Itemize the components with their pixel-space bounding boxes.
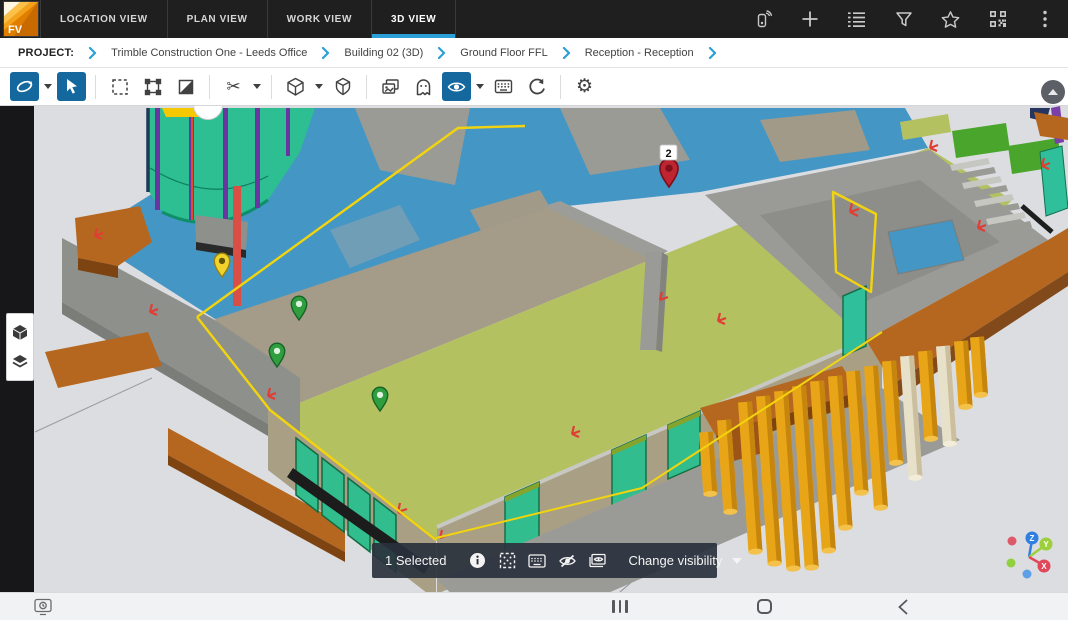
home-icon[interactable] xyxy=(757,599,772,614)
view-tools-flyout xyxy=(6,313,34,381)
selection-toolbar: 1 Selected xyxy=(372,543,717,578)
eye-icon[interactable] xyxy=(442,72,471,101)
polygon-select-icon[interactable] xyxy=(138,72,167,101)
toolbar-divider xyxy=(209,75,210,99)
svg-text:2: 2 xyxy=(665,148,671,160)
breadcrumb-item-room[interactable]: Reception - Reception xyxy=(585,47,694,59)
filter-icon[interactable] xyxy=(894,10,913,29)
orbit-cube-icon[interactable] xyxy=(9,321,31,343)
tab-location-view[interactable]: LOCATION VIEW xyxy=(40,0,168,38)
marquee-select-icon[interactable] xyxy=(105,72,134,101)
refresh-icon[interactable] xyxy=(522,72,551,101)
top-actions xyxy=(753,0,1068,38)
building-model: 2 Z Y X xyxy=(35,106,1068,592)
model-scene[interactable]: 2 Z Y X xyxy=(0,106,1068,592)
axis-dot-negative-z xyxy=(1023,570,1032,579)
keypad-icon[interactable] xyxy=(522,546,552,576)
svg-text:Y: Y xyxy=(1043,540,1049,549)
axis-dot-negative-x xyxy=(1008,537,1017,546)
breadcrumb-project-label: PROJECT: xyxy=(18,47,74,59)
cube-icon[interactable] xyxy=(281,72,310,101)
add-icon[interactable] xyxy=(800,10,819,29)
breadcrumb: PROJECT: Trimble Construction One - Leed… xyxy=(0,38,1068,68)
list-icon[interactable] xyxy=(847,10,866,29)
visibility-images-icon[interactable] xyxy=(582,546,612,576)
tab-label: WORK VIEW xyxy=(287,14,352,25)
select-cursor-icon[interactable] xyxy=(57,72,86,101)
chevron-down-icon xyxy=(732,558,742,564)
view-tabs: LOCATION VIEW PLAN VIEW WORK VIEW 3D VIE… xyxy=(40,0,456,38)
ghost-icon[interactable] xyxy=(409,72,438,101)
svg-text:Z: Z xyxy=(1030,534,1035,543)
system-nav-bar xyxy=(0,592,1068,620)
svg-text:X: X xyxy=(1041,562,1047,571)
eye-dropdown-caret[interactable] xyxy=(473,72,487,101)
breadcrumb-item-floor[interactable]: Ground Floor FFL xyxy=(460,47,547,59)
breadcrumb-item-project[interactable]: Trimble Construction One - Leeds Office xyxy=(111,47,307,59)
scissors-icon[interactable]: ✂ xyxy=(219,72,248,101)
change-visibility-label: Change visibility xyxy=(628,553,722,568)
keypad-icon[interactable] xyxy=(489,72,518,101)
fv-logo-icon: FV xyxy=(0,0,40,38)
orbit-icon[interactable] xyxy=(10,72,39,101)
app-screen: FV LOCATION VIEW PLAN VIEW WORK VIEW 3D … xyxy=(0,0,1068,620)
viewer-toolbar: ✂ xyxy=(0,68,1068,106)
toolbar-divider xyxy=(366,75,367,99)
qr-code-icon[interactable] xyxy=(988,10,1007,29)
scanner-icon[interactable] xyxy=(753,10,772,29)
chevron-right-icon xyxy=(708,47,717,59)
hide-icon[interactable] xyxy=(552,546,582,576)
cube-dropdown-caret[interactable] xyxy=(312,72,326,101)
chevron-right-icon xyxy=(437,47,446,59)
axis-dot-negative-y xyxy=(1007,559,1016,568)
settings-gear-icon[interactable]: ⚙ xyxy=(570,72,599,101)
scissors-dropdown-caret[interactable] xyxy=(250,72,264,101)
selection-count: 1 Selected xyxy=(385,553,446,568)
tab-work-view[interactable]: WORK VIEW xyxy=(268,0,372,38)
chevron-right-icon xyxy=(88,47,97,59)
more-icon[interactable] xyxy=(1035,10,1054,29)
info-icon[interactable] xyxy=(462,546,492,576)
tab-plan-view[interactable]: PLAN VIEW xyxy=(168,0,268,38)
favorite-icon[interactable] xyxy=(941,10,960,29)
svg-text:FV: FV xyxy=(8,24,23,36)
orbit-dropdown-caret[interactable] xyxy=(41,72,55,101)
isolate-icon[interactable] xyxy=(492,546,522,576)
tab-3d-view[interactable]: 3D VIEW xyxy=(372,0,456,38)
pinned-app-icon[interactable] xyxy=(32,597,54,617)
breadcrumb-item-building[interactable]: Building 02 (3D) xyxy=(344,47,423,59)
chevron-right-icon xyxy=(321,47,330,59)
app-logo[interactable]: FV xyxy=(0,0,40,38)
tab-label: 3D VIEW xyxy=(391,14,436,25)
chevron-right-icon xyxy=(562,47,571,59)
toolbar-divider xyxy=(560,75,561,99)
photo-stack-icon[interactable] xyxy=(376,72,405,101)
clip-plane-icon[interactable] xyxy=(171,72,200,101)
recents-icon[interactable] xyxy=(612,600,628,613)
pin-count-badge: 2 xyxy=(660,145,677,160)
tab-label: LOCATION VIEW xyxy=(60,14,148,25)
layers-icon[interactable] xyxy=(9,351,31,373)
viewport-3d[interactable]: 2 Z Y X xyxy=(0,106,1068,592)
axis-gizmo[interactable]: Z Y X xyxy=(1007,532,1053,579)
collapse-toolbar-icon[interactable] xyxy=(1041,80,1065,104)
tab-label: PLAN VIEW xyxy=(187,14,248,25)
shield-cube-icon[interactable] xyxy=(328,72,357,101)
toolbar-divider xyxy=(271,75,272,99)
top-app-bar: FV LOCATION VIEW PLAN VIEW WORK VIEW 3D … xyxy=(0,0,1068,38)
back-icon[interactable] xyxy=(898,599,908,620)
toolbar-divider xyxy=(95,75,96,99)
change-visibility-dropdown[interactable]: Change visibility xyxy=(624,553,746,568)
